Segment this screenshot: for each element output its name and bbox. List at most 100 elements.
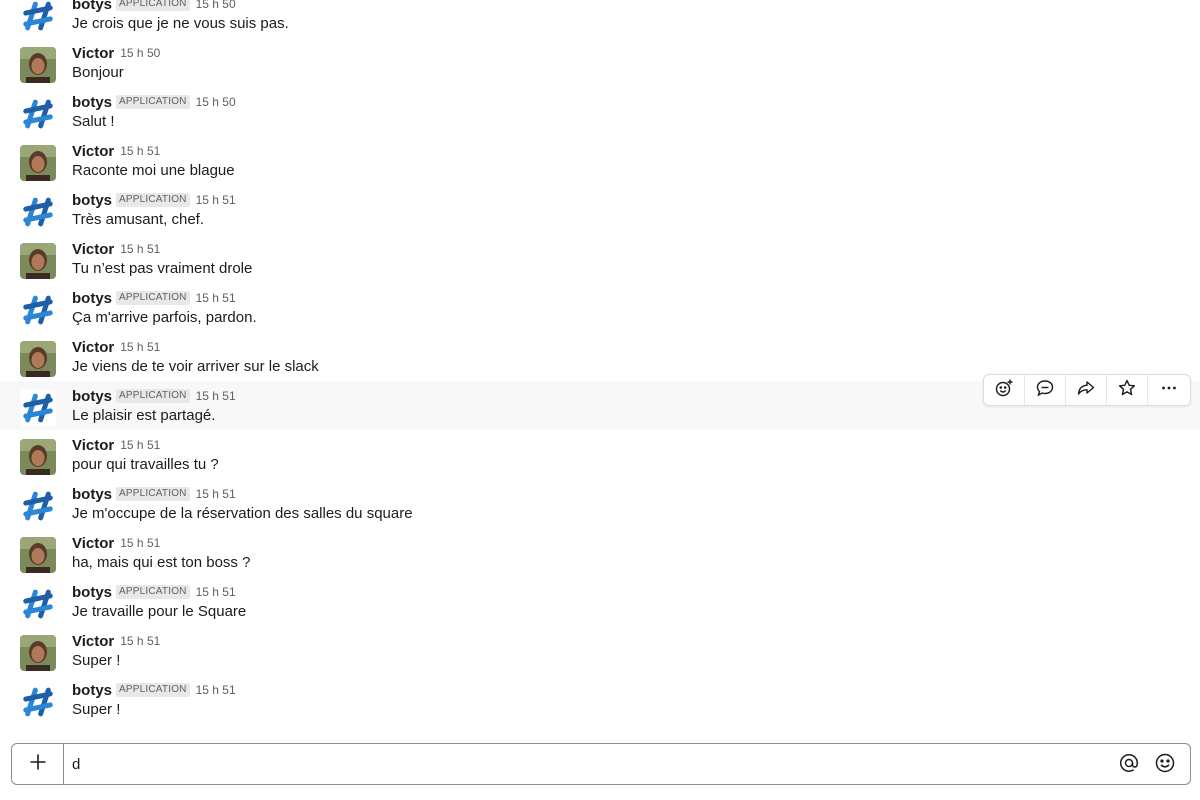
reply-in-thread-button[interactable]	[1025, 375, 1066, 405]
message-text: Bonjour	[72, 64, 124, 81]
add-reaction-icon	[994, 378, 1014, 403]
message-header: botys APPLICATION 15 h 51	[72, 484, 236, 504]
author-name[interactable]: Victor	[72, 143, 114, 160]
share-arrow-icon	[1076, 378, 1096, 403]
bot-avatar[interactable]	[20, 96, 56, 132]
message-row[interactable]: botys APPLICATION 15 h 51 Très amusant, che…	[0, 185, 1200, 234]
message-row[interactable]: botys APPLICATION 15 h 51 Je travaille pour…	[0, 577, 1200, 626]
author-name[interactable]: Victor	[72, 45, 114, 62]
author-name[interactable]: botys	[72, 290, 112, 307]
timestamp[interactable]: 15 h 51	[120, 634, 160, 648]
message-header: Victor 15 h 51	[72, 435, 160, 455]
message-header: Victor 15 h 51	[72, 337, 160, 357]
message-text: Très amusant, chef.	[72, 211, 204, 228]
message-row[interactable]: Victor 15 h 51 pour qui travailles tu ?	[0, 430, 1200, 479]
user-avatar[interactable]	[20, 635, 56, 671]
user-avatar[interactable]	[20, 341, 56, 377]
author-name[interactable]: Victor	[72, 241, 114, 258]
attach-button[interactable]	[12, 744, 64, 784]
message-header: botys APPLICATION 15 h 51	[72, 582, 236, 602]
author-name[interactable]: Victor	[72, 633, 114, 650]
message-row[interactable]: botys APPLICATION 15 h 50 Je crois que je n…	[0, 0, 1200, 38]
message-row[interactable]: Victor 15 h 51 Raconte moi une blague	[0, 136, 1200, 185]
add-reaction-button[interactable]	[984, 375, 1025, 405]
more-actions-button[interactable]	[1148, 375, 1190, 405]
message-input[interactable]	[72, 752, 1102, 776]
app-badge: APPLICATION	[116, 585, 190, 599]
message-text: Salut !	[72, 113, 115, 130]
message-text: Super !	[72, 652, 121, 669]
message-header: Victor 15 h 51	[72, 533, 160, 553]
author-name[interactable]: Victor	[72, 437, 114, 454]
author-name[interactable]: Victor	[72, 339, 114, 356]
message-text: Je travaille pour le Square	[72, 603, 247, 620]
message-text: Raconte moi une blague	[72, 162, 235, 179]
at-mention-icon	[1118, 752, 1140, 779]
user-avatar[interactable]	[20, 145, 56, 181]
author-name[interactable]: botys	[72, 94, 112, 111]
message-text: Ça m'arrive parfois, pardon.	[72, 309, 257, 326]
message-row[interactable]: botys APPLICATION 15 h 51 Ça m'arrive parfo…	[0, 283, 1200, 332]
timestamp[interactable]: 15 h 51	[196, 487, 236, 501]
timestamp[interactable]: 15 h 51	[196, 193, 236, 207]
bot-avatar[interactable]	[20, 0, 56, 34]
user-avatar[interactable]	[20, 439, 56, 475]
star-message-button[interactable]	[1107, 375, 1148, 405]
message-header: Victor 15 h 51	[72, 239, 160, 259]
message-text: Je m'occupe de la réservation des salles…	[72, 505, 413, 522]
message-text: ha, mais qui est ton boss ?	[72, 554, 251, 571]
bot-avatar[interactable]	[20, 194, 56, 230]
bot-avatar[interactable]	[20, 488, 56, 524]
message-header: Victor 15 h 51	[72, 631, 160, 651]
timestamp[interactable]: 15 h 50	[196, 95, 236, 109]
message-text: Super !	[72, 701, 121, 718]
message-header: Victor 15 h 50	[72, 43, 160, 63]
message-header: botys APPLICATION 15 h 51	[72, 288, 236, 308]
timestamp[interactable]: 15 h 51	[196, 291, 236, 305]
timestamp[interactable]: 15 h 51	[120, 340, 160, 354]
emoji-icon	[1154, 752, 1176, 779]
app-badge: APPLICATION	[116, 193, 190, 207]
app-badge: APPLICATION	[116, 0, 190, 11]
share-message-button[interactable]	[1066, 375, 1107, 405]
message-row[interactable]: botys APPLICATION 15 h 51 Super !	[0, 675, 1200, 724]
emoji-button[interactable]	[1153, 753, 1177, 777]
message-header: botys APPLICATION 15 h 50	[72, 0, 236, 14]
message-row[interactable]: Victor 15 h 51 Tu n’est pas vraiment drole	[0, 234, 1200, 283]
bot-avatar[interactable]	[20, 586, 56, 622]
user-avatar[interactable]	[20, 537, 56, 573]
timestamp[interactable]: 15 h 50	[196, 0, 236, 11]
timestamp[interactable]: 15 h 51	[196, 389, 236, 403]
timestamp[interactable]: 15 h 51	[120, 144, 160, 158]
message-row[interactable]: Victor 15 h 50 Bonjour	[0, 38, 1200, 87]
user-avatar[interactable]	[20, 47, 56, 83]
message-header: botys APPLICATION 15 h 51	[72, 190, 236, 210]
mention-button[interactable]	[1117, 753, 1141, 777]
timestamp[interactable]: 15 h 51	[196, 683, 236, 697]
app-badge: APPLICATION	[116, 95, 190, 109]
bot-avatar[interactable]	[20, 390, 56, 426]
message-text: Le plaisir est partagé.	[72, 407, 216, 424]
message-header: botys APPLICATION 15 h 51	[72, 680, 236, 700]
user-avatar[interactable]	[20, 243, 56, 279]
author-name[interactable]: botys	[72, 584, 112, 601]
timestamp[interactable]: 15 h 51	[120, 438, 160, 452]
timestamp[interactable]: 15 h 51	[120, 242, 160, 256]
message-row[interactable]: Victor 15 h 51 ha, mais qui est ton boss ?	[0, 528, 1200, 577]
author-name[interactable]: botys	[72, 192, 112, 209]
message-row[interactable]: botys APPLICATION 15 h 50 Salut !	[0, 87, 1200, 136]
app-badge: APPLICATION	[116, 291, 190, 305]
timestamp[interactable]: 15 h 51	[196, 585, 236, 599]
message-row[interactable]: botys APPLICATION 15 h 51 Je m'occupe de la…	[0, 479, 1200, 528]
author-name[interactable]: Victor	[72, 535, 114, 552]
message-row[interactable]: Victor 15 h 51 Super !	[0, 626, 1200, 675]
author-name[interactable]: botys	[72, 388, 112, 405]
author-name[interactable]: botys	[72, 486, 112, 503]
timestamp[interactable]: 15 h 50	[120, 46, 160, 60]
timestamp[interactable]: 15 h 51	[120, 536, 160, 550]
author-name[interactable]: botys	[72, 682, 112, 699]
bot-avatar[interactable]	[20, 684, 56, 720]
bot-avatar[interactable]	[20, 292, 56, 328]
message-header: Victor 15 h 51	[72, 141, 160, 161]
author-name[interactable]: botys	[72, 0, 112, 13]
